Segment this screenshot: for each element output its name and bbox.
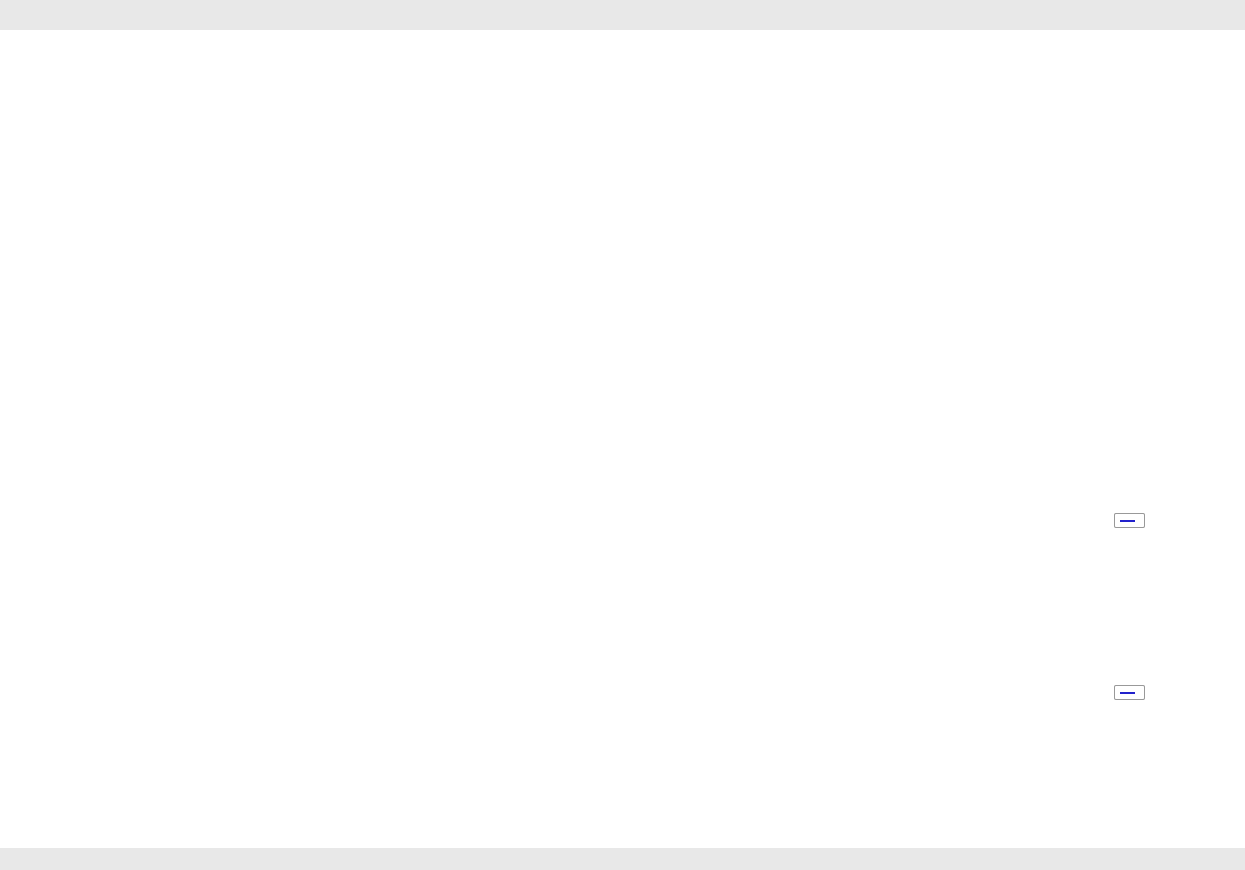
histogram-full-canvas [860,267,1245,437]
info-row [338,33,405,50]
info-row [338,67,405,84]
info-row [628,45,760,56]
info-row [338,50,405,67]
type-info-block [338,33,405,101]
info-row [8,84,75,101]
cut-in-y-canvas [850,667,1245,842]
info-row [628,56,760,67]
cut-in-x-legend [1114,513,1145,528]
footer-bar [0,848,1245,870]
cut-in-x-canvas [850,495,1245,670]
info-row [8,67,75,84]
main-image-canvas [45,155,700,810]
info-row [8,101,75,118]
top-bar [0,0,1245,30]
legend-line-icon [1120,692,1135,694]
info-row [338,84,405,101]
colorbar-canvas [706,110,796,810]
legend-line-icon [1120,520,1135,522]
file-info-block [8,33,75,118]
qc-report-page [0,0,1245,870]
info-row [8,33,75,50]
setup-info-block [628,34,760,78]
histogram-detail-canvas [860,95,1245,265]
info-row [628,67,760,78]
info-row [628,34,760,45]
info-row [8,50,75,67]
cut-in-y-legend [1114,685,1145,700]
